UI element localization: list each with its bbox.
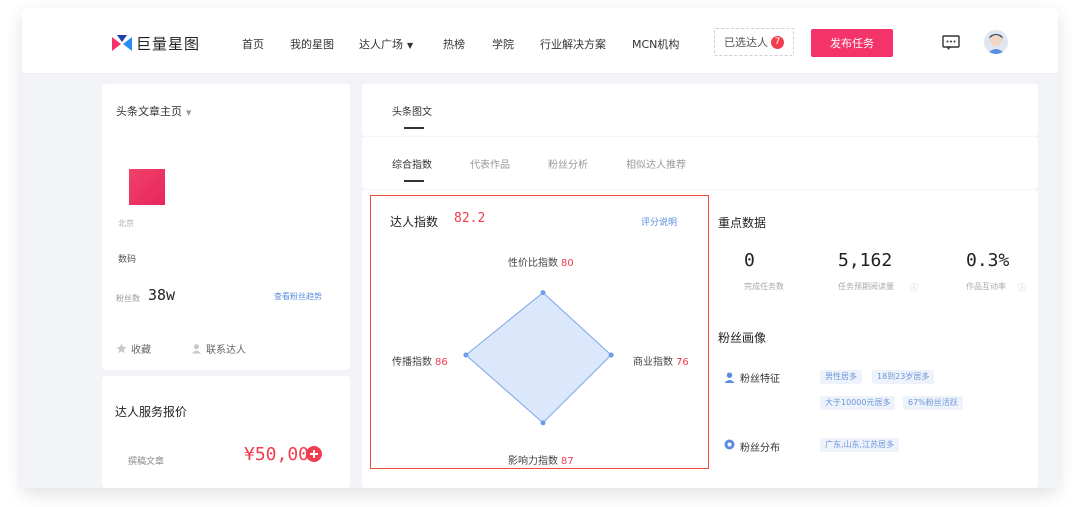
app-window: 巨量星图 首页 我的星图 达人广场 ▼ 热榜 学院 行业解决方案 MCN机构 已选…: [22, 8, 1058, 488]
radar-point: [608, 352, 614, 358]
metric-value: 0.3%: [966, 250, 1010, 271]
radar-label-commercial: 商业指数 76: [633, 353, 689, 368]
fans-value: 38w: [148, 286, 176, 304]
radar-area: [465, 291, 612, 424]
radar-point: [540, 420, 546, 426]
radar-label-value: 86: [435, 357, 448, 368]
nav-item-creator-square[interactable]: 达人广场 ▼: [359, 36, 413, 52]
location-pin-icon: [724, 439, 735, 450]
nav-item-creator-square-label: 达人广场: [359, 38, 403, 51]
tab-similar-creators[interactable]: 相似达人推荐: [626, 156, 686, 171]
person-icon: [724, 372, 735, 383]
selected-creators-button[interactable]: 已选达人 7: [714, 28, 794, 56]
overview-panel: 达人指数 82.2 评分说明 性价比指数 80 商业指数 76 影响力指数 87 传播…: [362, 190, 1038, 488]
radar-label-name: 商业指数: [633, 357, 673, 368]
radar-label-spread: 传播指数 86: [392, 353, 448, 368]
metric-label: 完成任务数: [744, 282, 784, 291]
analysis-tabs: 综合指数 代表作品 粉丝分析 相似达人推荐: [362, 137, 1038, 189]
profile-tag: 数码: [118, 255, 137, 265]
info-icon[interactable]: ⓘ: [910, 282, 918, 293]
creator-index-card: 达人指数 82.2 评分说明 性价比指数 80 商业指数 76 影响力指数 87 传播…: [370, 195, 709, 469]
index-title: 达人指数: [390, 215, 439, 229]
logo-text: 巨量星图: [136, 35, 201, 53]
pricing-title: 达人服务报价: [115, 405, 188, 419]
nav-item-industry-solutions[interactable]: 行业解决方案: [540, 36, 606, 52]
logo[interactable]: 巨量星图: [112, 33, 200, 54]
fans-trend-link[interactable]: 查看粉丝趋势: [274, 291, 322, 302]
tab-fans-analysis[interactable]: 粉丝分析: [548, 156, 588, 171]
profile-card: 头条文章主页 ▼ 北京 数码 粉丝数 38w 查看粉丝趋势 收藏 联系达人: [102, 84, 350, 370]
nav-item-academy[interactable]: 学院: [492, 36, 514, 52]
contact-creator-button[interactable]: 联系达人: [191, 341, 246, 356]
tab-toutiao-graphic[interactable]: 头条图文: [392, 103, 432, 118]
index-score: 82.2: [454, 211, 486, 226]
fan-feature-chip: 67%粉丝活跃: [903, 396, 963, 410]
fan-feature-label: 粉丝特征: [740, 374, 780, 385]
radar-chart: [463, 290, 614, 426]
content-type-tabs: 头条图文: [362, 84, 1038, 136]
favorite-label: 收藏: [131, 345, 151, 356]
favorite-button[interactable]: 收藏: [116, 341, 151, 356]
profile-image: [129, 169, 165, 205]
publish-task-button[interactable]: 发布任务: [811, 29, 893, 57]
profile-title: 头条文章主页: [116, 105, 182, 118]
fan-feature-chip: 18到23岁居多: [872, 370, 935, 384]
metric-value: 5,162: [838, 250, 893, 271]
metric-label: 作品互动率: [966, 282, 1006, 291]
pricing-card: 达人服务报价 撰稿文章 ¥50,000: [102, 376, 350, 488]
nav-item-hot-list[interactable]: 热榜: [443, 36, 465, 52]
metric-value: 0: [744, 250, 755, 271]
radar-label-value: 80: [561, 258, 574, 269]
top-nav: 巨量星图 首页 我的星图 达人广场 ▼ 热榜 学院 行业解决方案 MCN机构 已选…: [22, 8, 1058, 74]
profile-title-dropdown[interactable]: 头条文章主页 ▼: [116, 103, 191, 119]
nav-item-my-star[interactable]: 我的星图: [290, 36, 334, 52]
fan-feature-chip: 大于10000元居多: [820, 396, 896, 410]
active-tab-indicator: [404, 180, 424, 182]
tab-representative-works[interactable]: 代表作品: [470, 156, 510, 171]
user-avatar[interactable]: [984, 30, 1008, 54]
fan-distribution-label: 粉丝分布: [740, 443, 780, 454]
logo-icon: [112, 34, 132, 51]
key-data-title: 重点数据: [718, 216, 767, 230]
profile-location: 北京: [118, 219, 134, 228]
message-icon[interactable]: [942, 35, 960, 50]
radar-label-name: 传播指数: [392, 357, 432, 368]
radar-label-name: 影响力指数: [508, 456, 558, 467]
contact-label: 联系达人: [206, 345, 246, 356]
add-icon[interactable]: [306, 446, 322, 462]
radar-label-value-for-money: 性价比指数 80: [508, 254, 574, 269]
radar-label-name: 性价比指数: [508, 258, 558, 269]
radar-point: [540, 290, 546, 296]
selected-creators-label: 已选达人: [724, 36, 768, 49]
radar-label-influence: 影响力指数 87: [508, 452, 574, 467]
avatar-icon: [987, 34, 1005, 54]
contact-icon: [191, 344, 202, 354]
nav-item-mcn[interactable]: MCN机构: [632, 36, 679, 52]
nav-item-home[interactable]: 首页: [242, 36, 264, 52]
fan-distribution-chip: 广东,山东,江苏居多: [820, 438, 900, 452]
chevron-down-icon: ▼: [407, 41, 414, 50]
selected-count-badge: 7: [771, 35, 784, 49]
radar-label-value: 76: [676, 357, 689, 368]
score-explanation-link[interactable]: 评分说明: [641, 215, 677, 228]
fan-profile-title: 粉丝画像: [718, 331, 767, 345]
radar-label-value: 87: [561, 456, 574, 467]
star-icon: [116, 343, 127, 354]
fans-label: 粉丝数: [116, 294, 140, 303]
tab-overall-index[interactable]: 综合指数: [392, 156, 432, 171]
active-tab-indicator: [404, 127, 424, 129]
radar-point: [463, 352, 469, 358]
chevron-down-icon: ▼: [186, 109, 192, 117]
metric-label: 任务预期阅读量: [838, 282, 894, 291]
fan-feature-chip: 男性居多: [820, 370, 862, 384]
pricing-item-label: 撰稿文章: [128, 457, 165, 467]
info-icon[interactable]: ⓘ: [1018, 282, 1026, 293]
